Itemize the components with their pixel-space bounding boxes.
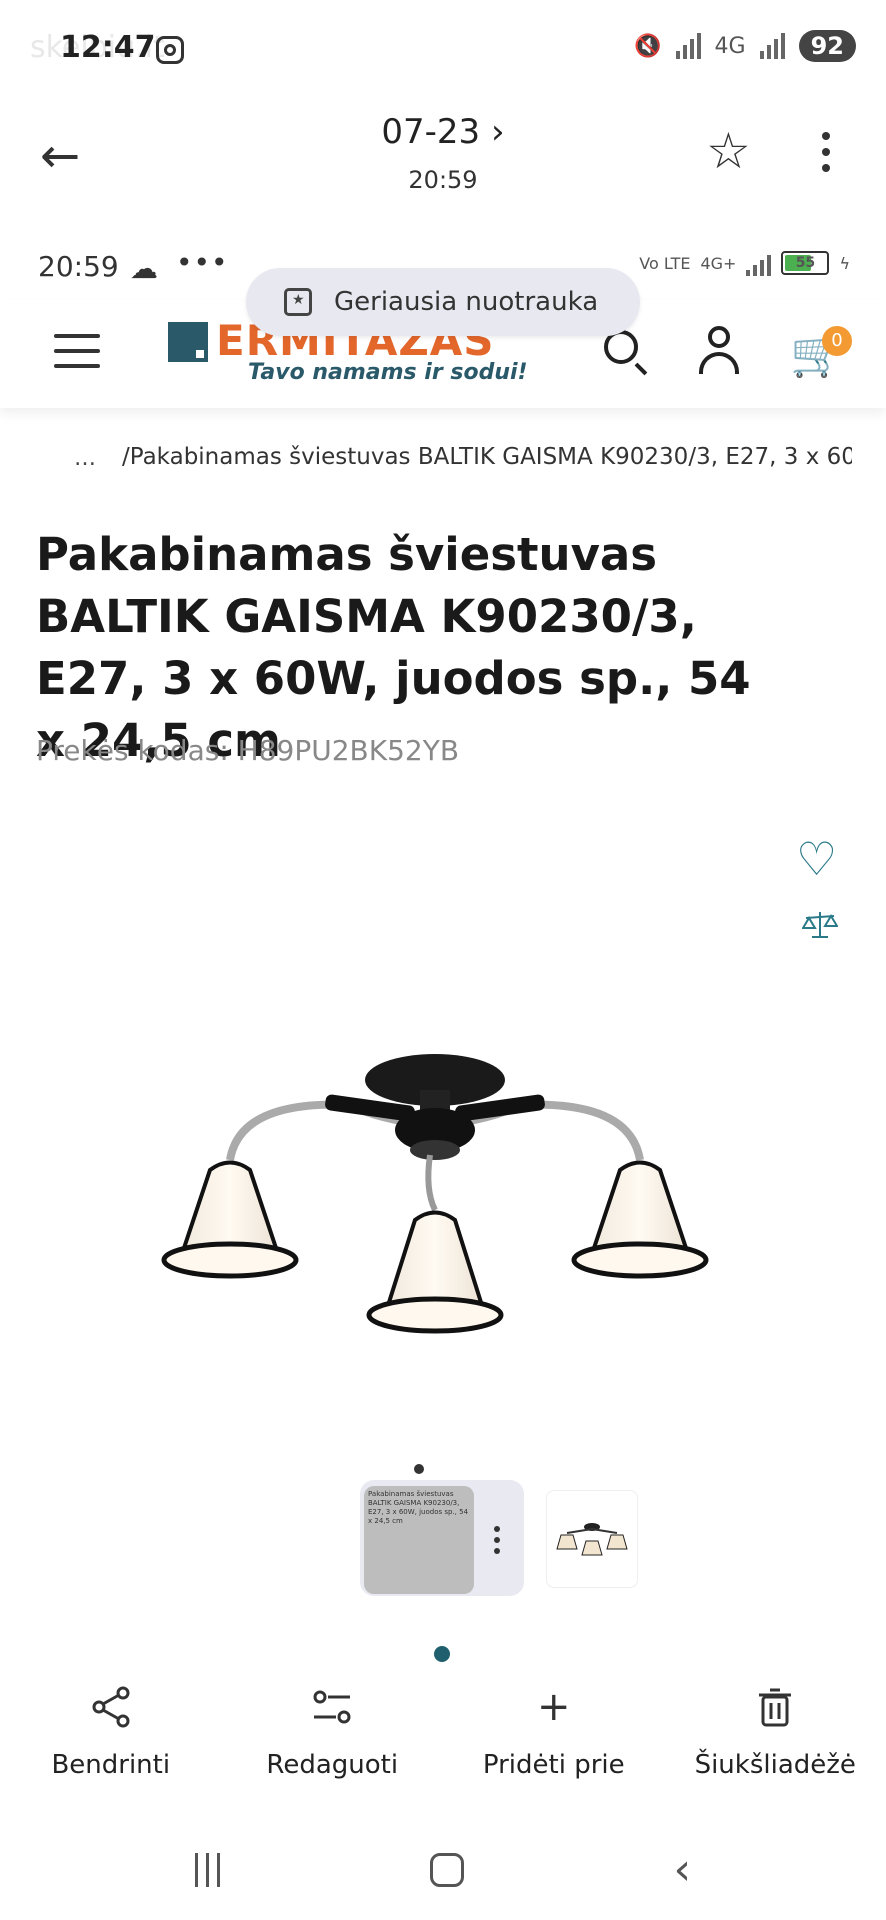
trash-label: Šiukšliadėžė [694, 1750, 856, 1780]
share-label: Bendrinti [51, 1750, 171, 1780]
back-chevron-icon[interactable]: ‹ [673, 1848, 691, 1892]
inner-network-label: 4G+ [700, 253, 737, 273]
status-time: 12:47 [60, 30, 156, 65]
trash-button[interactable]: Šiukšliadėžė [665, 1680, 886, 1790]
share-icon [89, 1680, 133, 1734]
mute-icon: 🔇 [634, 33, 662, 59]
recent-apps-icon[interactable] [194, 1853, 220, 1887]
add-to-button[interactable]: + Pridėti prie [443, 1680, 665, 1790]
cart-count-badge: 0 [822, 326, 852, 356]
edit-button[interactable]: Redaguoti [222, 1680, 444, 1790]
inner-battery-label: 55 [795, 255, 816, 271]
photo-time: 20:59 [408, 166, 478, 194]
bottom-actions: Bendrinti Redaguoti + Pridėti prie Šiukš… [0, 1680, 886, 1790]
best-photo-icon [284, 288, 312, 316]
signal-icon [675, 33, 701, 59]
logo-tagline: Tavo namams ir sodui! [248, 360, 528, 385]
breadcrumb: /Pakabinamas šviestuvas BALTIK GAISMA K9… [122, 444, 852, 470]
system-nav-bar: ‹ [0, 1840, 886, 1900]
product-image[interactable] [130, 1030, 750, 1430]
hamburger-menu-icon[interactable] [54, 334, 100, 368]
more-options-icon[interactable] [822, 132, 830, 172]
thumbnail-1[interactable]: Pakabinamas šviestuvas BALTIK GAISMA K90… [364, 1486, 474, 1594]
battery-badge: 92 [798, 30, 856, 62]
inner-status-time: 20:59 [38, 250, 119, 283]
breadcrumb-ellipsis[interactable]: … [74, 446, 96, 471]
share-button[interactable]: Bendrinti [0, 1680, 222, 1790]
status-right: 🔇 4G 92 [634, 30, 856, 62]
image-indicator-dot [414, 1464, 424, 1474]
inner-status-dots: ••• [176, 246, 229, 279]
page-indicator-dot [434, 1646, 450, 1662]
inner-volte-label: Vo LTE [639, 253, 691, 273]
instagram-icon [156, 36, 184, 64]
photo-date[interactable]: 07-23 › [0, 112, 886, 152]
thumbnail-2[interactable] [546, 1490, 638, 1588]
best-photo-label: Geriausia nuotrauka [334, 287, 599, 317]
edit-label: Redaguoti [266, 1750, 399, 1780]
charging-icon: ϟ [839, 253, 850, 273]
inner-battery-icon: 55 [781, 251, 830, 275]
thumbnail-more-icon[interactable] [494, 1526, 500, 1554]
best-photo-chip[interactable]: Geriausia nuotrauka [246, 268, 640, 336]
compare-scale-icon[interactable] [802, 910, 838, 940]
home-icon[interactable] [429, 1853, 464, 1887]
thumbnail-caption: Pakabinamas šviestuvas BALTIK GAISMA K90… [368, 1490, 469, 1525]
logo-mark [168, 322, 208, 362]
product-code: Prekės kodas: H89PU2BK52YB [36, 734, 460, 767]
trash-icon [753, 1680, 797, 1734]
star-icon[interactable]: ☆ [706, 122, 751, 180]
add-to-label: Pridėti prie [482, 1750, 625, 1780]
cloud-icon: ☁ [130, 252, 158, 285]
signal-icon-2 [759, 33, 785, 59]
network-label: 4G [714, 33, 746, 59]
edit-sliders-icon [310, 1680, 354, 1734]
user-icon[interactable] [696, 326, 742, 374]
inner-status-right: Vo LTE 4G+ 55 ϟ [639, 250, 850, 276]
heart-icon[interactable]: ♡ [796, 832, 837, 886]
plus-icon: + [536, 1684, 571, 1730]
inner-signal-icon [746, 250, 772, 276]
